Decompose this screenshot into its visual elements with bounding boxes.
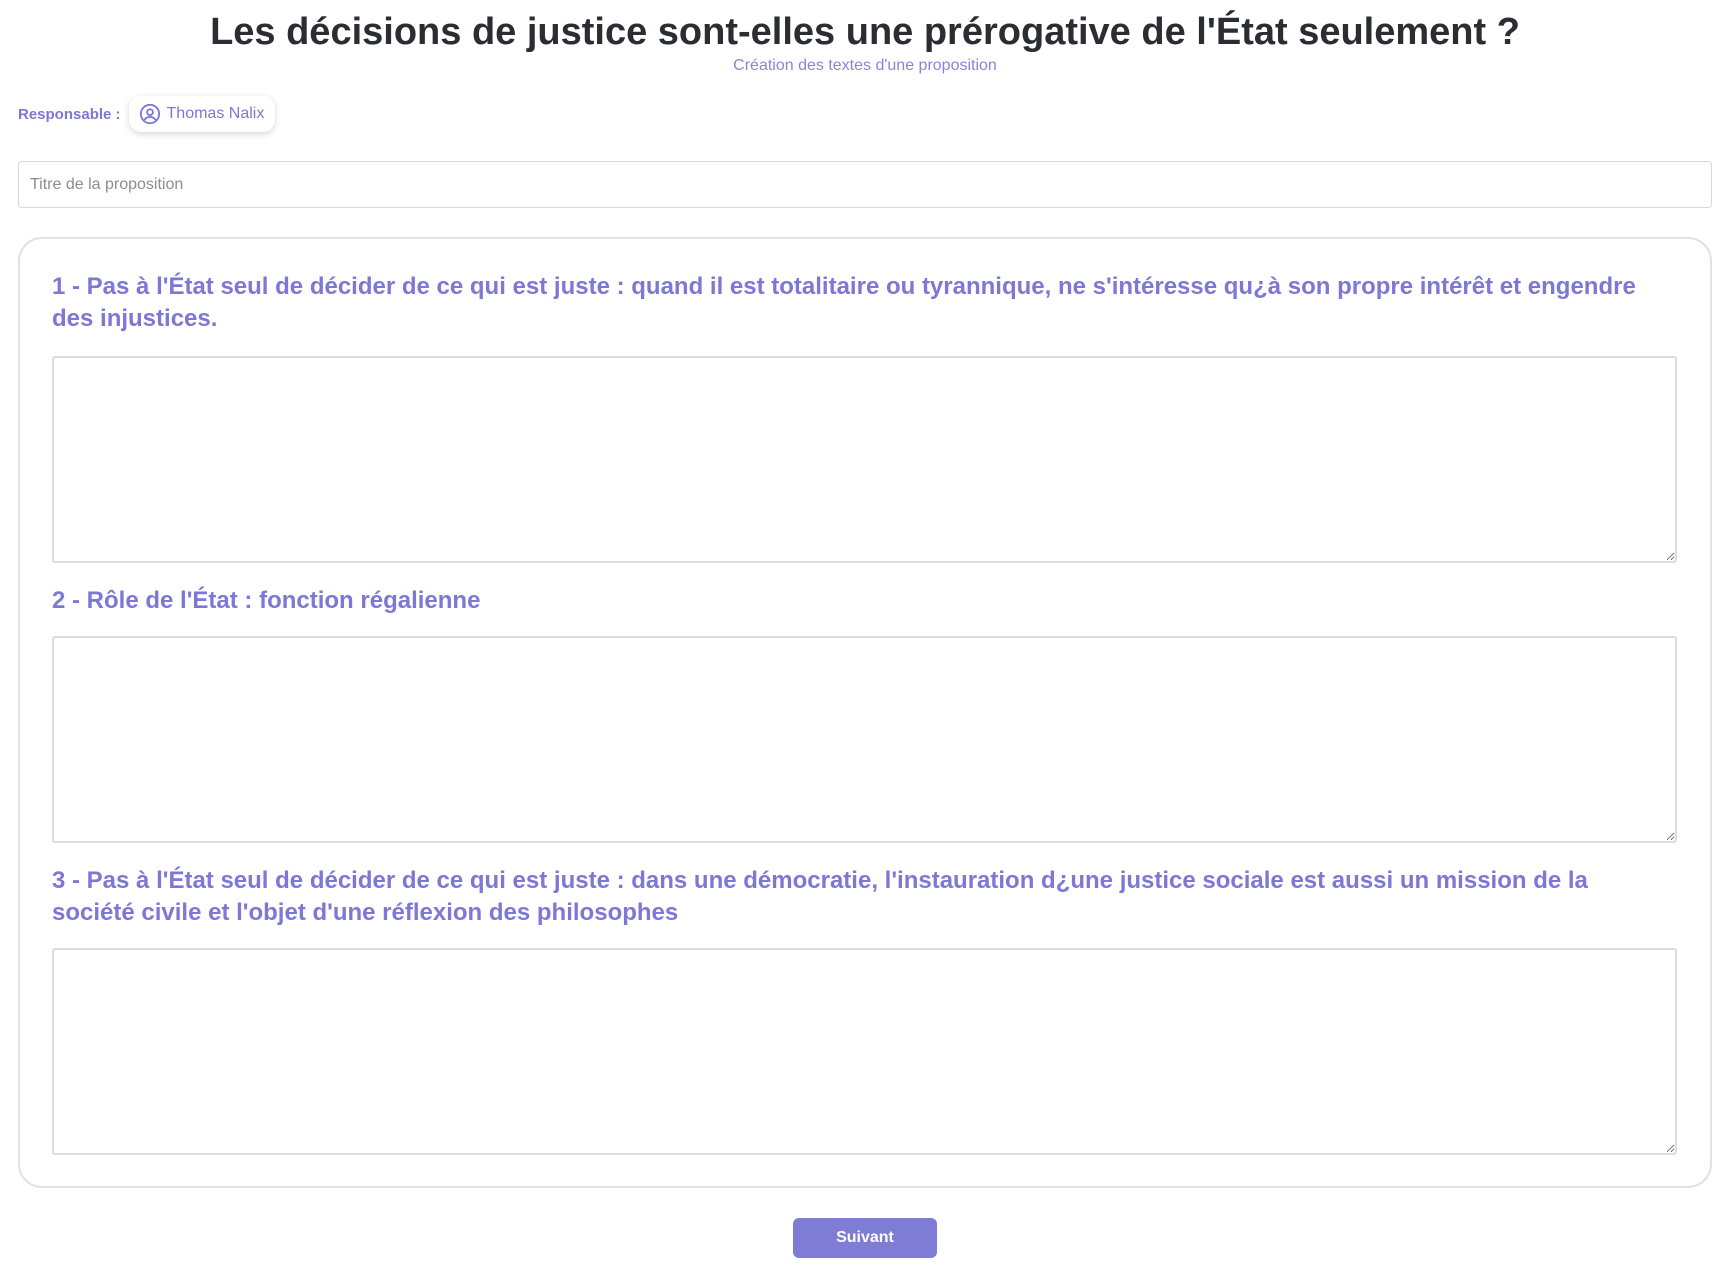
section-3-textarea[interactable] bbox=[52, 948, 1677, 1155]
section-1-label: 1 - Pas à l'État seul de décider de ce q… bbox=[52, 273, 1636, 332]
responsable-label: Responsable : bbox=[18, 105, 121, 123]
sections-card: 1 - Pas à l'État seul de décider de ce q… bbox=[18, 237, 1712, 1188]
responsable-row: Responsable : Thomas Nalix bbox=[18, 96, 276, 132]
section-1-textarea[interactable] bbox=[52, 356, 1677, 563]
page-header: Les décisions de justice sont-elles une … bbox=[0, 0, 1730, 75]
section-2-label: 2 - Rôle de l'État : fonction régalienne bbox=[52, 587, 481, 614]
page-title: Les décisions de justice sont-elles une … bbox=[210, 11, 1520, 53]
next-button[interactable]: Suivant bbox=[793, 1218, 937, 1258]
responsable-name: Thomas Nalix bbox=[166, 105, 265, 122]
proposal-title-input[interactable] bbox=[18, 161, 1712, 208]
user-circle-icon bbox=[139, 103, 161, 125]
page: Les décisions de justice sont-elles une … bbox=[0, 0, 1730, 1270]
responsable-chip[interactable]: Thomas Nalix bbox=[128, 96, 276, 132]
section-2-textarea[interactable] bbox=[52, 636, 1677, 843]
section-3-label: 3 - Pas à l'État seul de décider de ce q… bbox=[52, 867, 1588, 926]
page-subtitle: Création des textes d'une proposition bbox=[733, 57, 997, 74]
